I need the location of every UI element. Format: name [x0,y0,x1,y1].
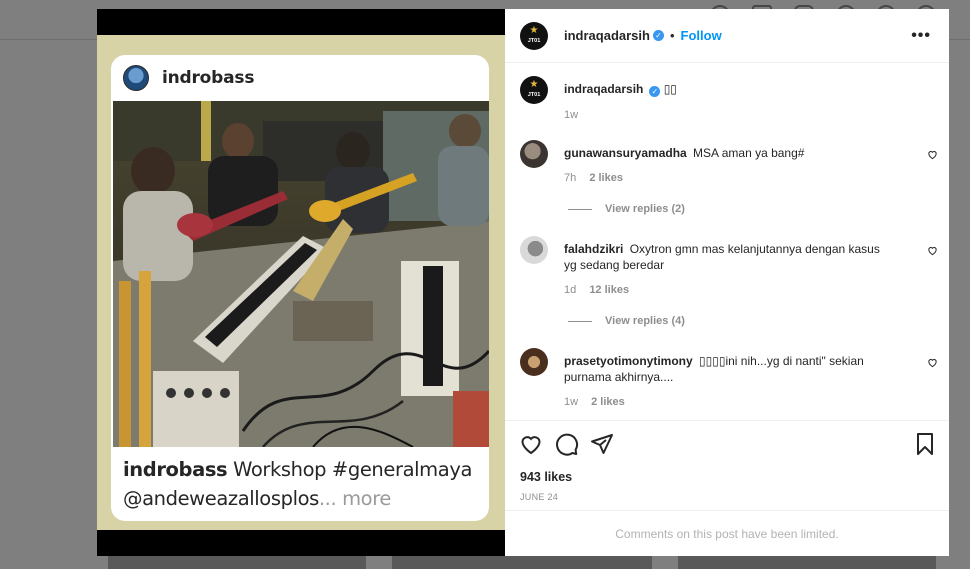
comment-text-block: falahdzikri Oxytron gmn mas kelanjutanny… [564,241,894,273]
comment-text-block: prasetyotimonytimony ▯▯▯▯ini nih...yg di… [564,353,894,385]
comment-username[interactable]: prasetyotimonytimony [564,354,693,368]
avatar-label: JT01 [527,92,541,98]
caption-username[interactable]: indraqadarsih [564,82,643,96]
caption-time[interactable]: 1w [564,109,578,121]
embedded-post-card: indrobass indrobass Workshop #generalmay… [111,55,489,521]
comments-limited-notice: Comments on this post have been limited. [505,510,949,556]
author-username[interactable]: indraqadarsih [564,28,650,43]
comment-time[interactable]: 1d [564,284,576,296]
author-avatar[interactable]: ★ JT01 [520,21,548,50]
commenter-avatar[interactable] [520,140,548,168]
view-replies-button[interactable]: View replies (4) [568,315,685,327]
bookmark-icon[interactable] [913,432,937,456]
view-replies-button[interactable]: View replies (2) [568,203,685,215]
replies-line [568,208,592,210]
commenter-avatar[interactable] [520,348,548,376]
studio-photo [113,101,489,447]
embedded-username: indrobass [162,68,255,88]
heart-icon[interactable] [519,432,543,456]
media-image: indrobass indrobass Workshop #generalmay… [97,35,505,530]
replies-line [568,320,592,322]
verified-badge-icon: ✓ [652,30,664,41]
comment-likes[interactable]: 12 likes [589,284,629,296]
avatar-star-icon: ★ [529,24,539,36]
post-date[interactable]: JUNE 24 [520,492,558,502]
commenter-avatar[interactable] [520,236,548,264]
caption-text-block: indraqadarsih ✓ ▯▯ [564,81,894,97]
post-modal: indrobass indrobass Workshop #generalmay… [97,9,949,556]
comment-likes[interactable]: 2 likes [591,396,625,408]
comment-time[interactable]: 1w [564,396,578,408]
grid-thumbnail [108,556,366,569]
comment-text: MSA aman ya bang# [693,146,805,160]
embedded-caption-text: Workshop [233,458,327,481]
background-post-grid [0,556,970,569]
more-options-icon[interactable]: ••• [911,27,931,45]
verified-badge-icon: ✓ [649,86,661,97]
post-header: ★ JT01 indraqadarsih ✓ • Follow ••• [505,9,949,63]
caption-text: ▯▯ [663,82,677,96]
grid-thumbnail [392,556,652,569]
studio-photo-graphic [113,101,489,447]
embedded-caption-mention: @andeweazallosplos [123,487,319,510]
comments-list[interactable]: ★ JT01 indraqadarsih ✓ ▯▯ 1w gunawansurya… [505,64,949,420]
caption-meta: 1w [564,109,588,121]
post-media[interactable]: indrobass indrobass Workshop #generalmay… [97,9,505,556]
comment-meta: 1d 12 likes [564,284,639,296]
comment-likes[interactable]: 2 likes [589,172,623,184]
post-actions: 943 likes JUNE 24 [505,420,949,510]
post-details-panel: ★ JT01 indraqadarsih ✓ • Follow ••• ★ JT… [505,9,949,556]
embedded-caption: indrobass Workshop #generalmaya @andewea… [123,455,479,513]
caption-author-avatar[interactable]: ★ JT01 [520,76,548,104]
comment-like-heart-icon[interactable] [927,357,938,368]
share-icon[interactable] [590,432,614,456]
avatar-star-icon: ★ [529,79,539,90]
embedded-caption-user: indrobass [123,458,228,481]
embedded-avatar [123,65,149,91]
comment-text-block: gunawansuryamadha MSA aman ya bang# [564,145,894,161]
comment-like-heart-icon[interactable] [927,149,938,160]
likes-count[interactable]: 943 likes [520,470,572,484]
separator-dot: • [669,28,675,43]
comment-meta: 1w 2 likes [564,396,635,408]
comment-like-heart-icon[interactable] [927,245,938,256]
embedded-card-header: indrobass [111,55,489,101]
follow-button[interactable]: Follow [681,28,722,43]
avatar-label: JT01 [527,37,541,44]
comment-meta: 7h 2 likes [564,172,633,184]
embedded-caption-more: ... more [318,487,392,510]
comment-icon[interactable] [555,432,579,456]
embedded-caption-hashtag: #generalmaya [331,458,473,481]
view-replies-label: View replies (4) [605,315,685,327]
comment-time[interactable]: 7h [564,172,576,184]
comment-username[interactable]: gunawansuryamadha [564,146,687,160]
grid-thumbnail [678,556,936,569]
view-replies-label: View replies (2) [605,203,685,215]
comment-username[interactable]: falahdzikri [564,242,623,256]
